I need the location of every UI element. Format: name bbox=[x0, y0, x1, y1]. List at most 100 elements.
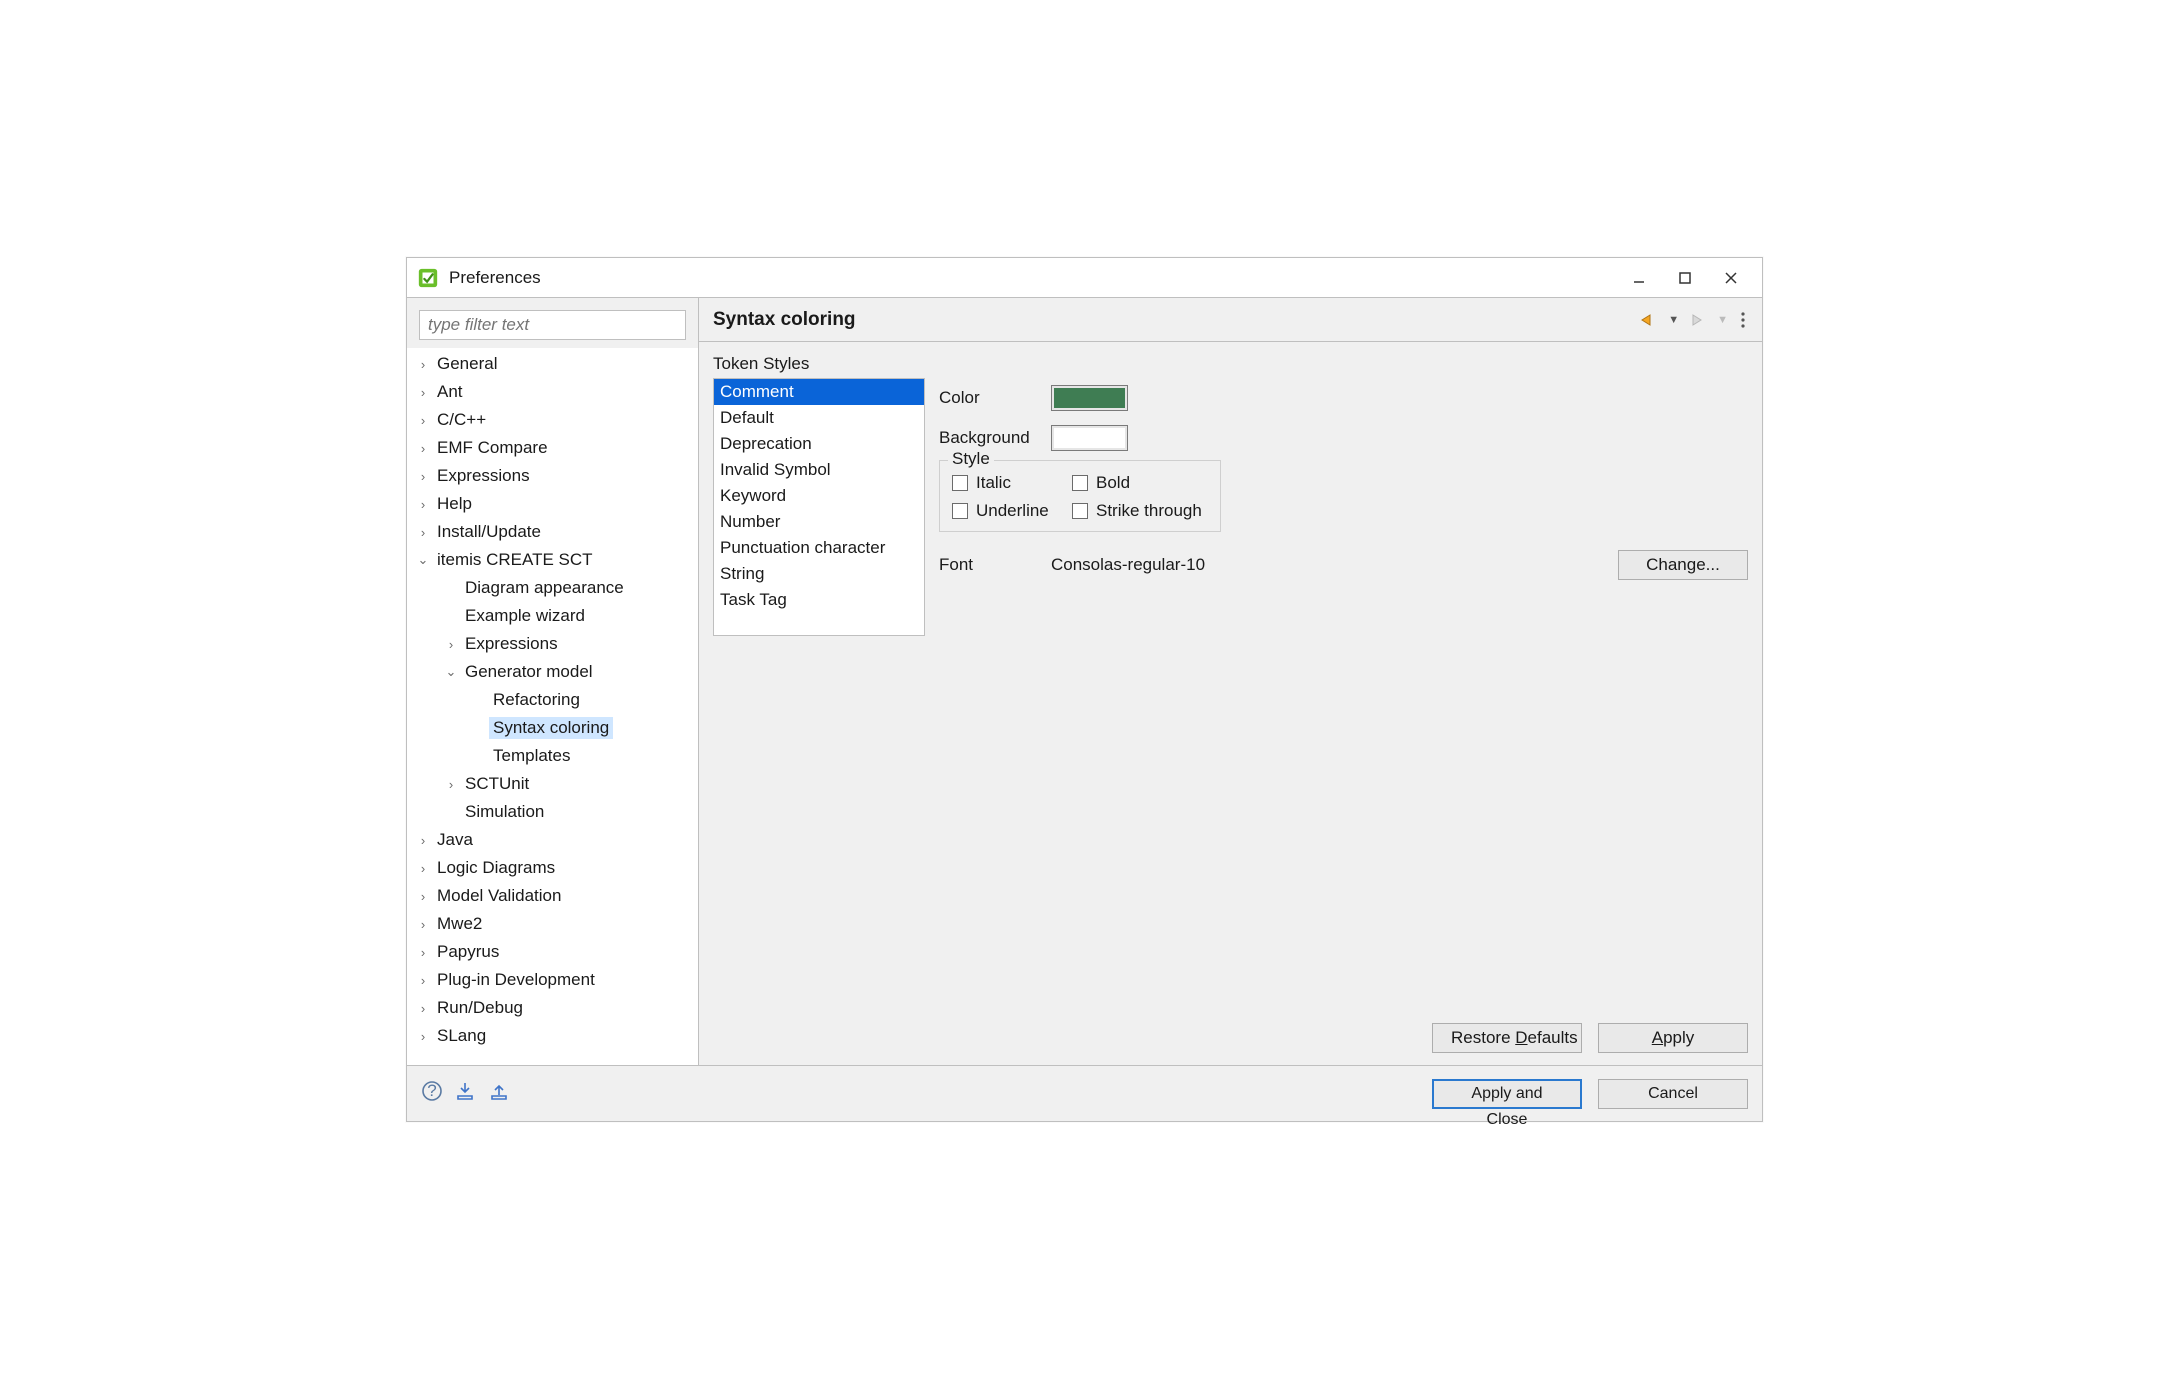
chevron-right-icon[interactable]: › bbox=[413, 1001, 433, 1016]
chevron-right-icon[interactable]: › bbox=[413, 861, 433, 876]
sidebar: ›General›Ant›C/C++›EMF Compare›Expressio… bbox=[407, 298, 699, 1065]
token-styles-list[interactable]: Comment Default Deprecation Invalid Symbol K… bbox=[713, 378, 925, 636]
minimize-button[interactable] bbox=[1616, 263, 1662, 293]
tree-item[interactable]: ›Logic Diagrams bbox=[407, 854, 698, 882]
tree-item[interactable]: ›Ant bbox=[407, 378, 698, 406]
tree-item-label: General bbox=[433, 353, 501, 375]
bold-label: Bold bbox=[1096, 473, 1130, 493]
font-label: Font bbox=[939, 555, 1051, 575]
color-label: Color bbox=[939, 388, 1051, 408]
export-prefs-icon[interactable] bbox=[489, 1081, 511, 1106]
tree-item[interactable]: ⌄Generator model bbox=[407, 658, 698, 686]
window-title: Preferences bbox=[449, 268, 541, 288]
view-menu-icon[interactable] bbox=[1738, 311, 1748, 329]
tree-item-label: Model Validation bbox=[433, 885, 565, 907]
tree-item[interactable]: Simulation bbox=[407, 798, 698, 826]
tree-item[interactable]: Templates bbox=[407, 742, 698, 770]
tree-item[interactable]: ›Mwe2 bbox=[407, 910, 698, 938]
chevron-down-icon[interactable]: ⌄ bbox=[413, 552, 433, 568]
token-item-label: Invalid Symbol bbox=[720, 460, 831, 480]
tree-item[interactable]: ›General bbox=[407, 350, 698, 378]
token-item[interactable]: Comment bbox=[714, 379, 924, 405]
restore-defaults-button[interactable]: Restore Defaults bbox=[1432, 1023, 1582, 1053]
italic-checkbox[interactable]: Italic bbox=[952, 473, 1072, 493]
style-group-label: Style bbox=[948, 449, 994, 469]
tree-item[interactable]: ⌄itemis CREATE SCT bbox=[407, 546, 698, 574]
underline-checkbox[interactable]: Underline bbox=[952, 501, 1072, 521]
tree-item[interactable]: ›Papyrus bbox=[407, 938, 698, 966]
token-item[interactable]: Deprecation bbox=[714, 431, 924, 457]
change-font-button[interactable]: Change... bbox=[1618, 550, 1748, 580]
chevron-right-icon[interactable]: › bbox=[441, 637, 461, 652]
tree-item[interactable]: ›SLang bbox=[407, 1022, 698, 1050]
tree-item[interactable]: ›Install/Update bbox=[407, 518, 698, 546]
token-item[interactable]: Punctuation character bbox=[714, 535, 924, 561]
tree-item[interactable]: ›Run/Debug bbox=[407, 994, 698, 1022]
tree-item[interactable]: ›Expressions bbox=[407, 630, 698, 658]
chevron-right-icon[interactable]: › bbox=[413, 889, 433, 904]
chevron-right-icon[interactable]: › bbox=[413, 1029, 433, 1044]
dialog-footer: ? Apply and Close Cancel bbox=[407, 1065, 1762, 1121]
chevron-right-icon[interactable]: › bbox=[413, 357, 433, 372]
tree-item-label: Install/Update bbox=[433, 521, 545, 543]
tree-item[interactable]: Syntax coloring bbox=[407, 714, 698, 742]
strike-checkbox[interactable]: Strike through bbox=[1072, 501, 1212, 521]
preferences-tree[interactable]: ›General›Ant›C/C++›EMF Compare›Expressio… bbox=[407, 348, 698, 1065]
cancel-button[interactable]: Cancel bbox=[1598, 1079, 1748, 1109]
chevron-right-icon[interactable]: › bbox=[441, 777, 461, 792]
chevron-right-icon[interactable]: › bbox=[413, 973, 433, 988]
tree-item[interactable]: ›SCTUnit bbox=[407, 770, 698, 798]
tree-item[interactable]: Example wizard bbox=[407, 602, 698, 630]
token-item-label: String bbox=[720, 564, 764, 584]
tree-item-label: SLang bbox=[433, 1025, 490, 1047]
help-icon[interactable]: ? bbox=[421, 1080, 443, 1107]
color-swatch[interactable] bbox=[1051, 385, 1128, 411]
tree-item[interactable]: ›Expressions bbox=[407, 462, 698, 490]
maximize-button[interactable] bbox=[1662, 263, 1708, 293]
tree-item-label: Plug-in Development bbox=[433, 969, 599, 991]
tree-item[interactable]: ›Plug-in Development bbox=[407, 966, 698, 994]
chevron-right-icon[interactable]: › bbox=[413, 917, 433, 932]
token-item[interactable]: Invalid Symbol bbox=[714, 457, 924, 483]
nav-forward-menu-icon[interactable]: ▼ bbox=[1717, 314, 1728, 326]
bold-checkbox[interactable]: Bold bbox=[1072, 473, 1212, 493]
titlebar: Preferences bbox=[407, 258, 1762, 298]
chevron-right-icon[interactable]: › bbox=[413, 945, 433, 960]
tree-item-label: Generator model bbox=[461, 661, 597, 683]
token-item[interactable]: Keyword bbox=[714, 483, 924, 509]
tree-item[interactable]: ›C/C++ bbox=[407, 406, 698, 434]
tree-item[interactable]: ›EMF Compare bbox=[407, 434, 698, 462]
tree-item[interactable]: ›Model Validation bbox=[407, 882, 698, 910]
token-item-label: Default bbox=[720, 408, 774, 428]
tree-item[interactable]: ›Help bbox=[407, 490, 698, 518]
apply-and-close-button[interactable]: Apply and Close bbox=[1432, 1079, 1582, 1109]
tree-item-label: SCTUnit bbox=[461, 773, 533, 795]
apply-button[interactable]: Apply bbox=[1598, 1023, 1748, 1053]
chevron-right-icon[interactable]: › bbox=[413, 497, 433, 512]
nav-forward-icon[interactable] bbox=[1689, 313, 1707, 327]
chevron-right-icon[interactable]: › bbox=[413, 385, 433, 400]
nav-back-menu-icon[interactable]: ▼ bbox=[1668, 314, 1679, 326]
preferences-window: Preferences ›General›Ant›C/C++›EMF Compa… bbox=[406, 257, 1763, 1122]
tree-item-label: Syntax coloring bbox=[489, 717, 613, 739]
close-button[interactable] bbox=[1708, 263, 1754, 293]
token-item[interactable]: Task Tag bbox=[714, 587, 924, 613]
import-prefs-icon[interactable] bbox=[455, 1081, 477, 1106]
token-item[interactable]: Number bbox=[714, 509, 924, 535]
tree-item-label: Logic Diagrams bbox=[433, 857, 559, 879]
tree-item[interactable]: ›Java bbox=[407, 826, 698, 854]
background-swatch[interactable] bbox=[1051, 425, 1128, 451]
token-item[interactable]: Default bbox=[714, 405, 924, 431]
nav-back-icon[interactable] bbox=[1640, 313, 1658, 327]
tree-item[interactable]: Refactoring bbox=[407, 686, 698, 714]
chevron-right-icon[interactable]: › bbox=[413, 525, 433, 540]
chevron-right-icon[interactable]: › bbox=[413, 413, 433, 428]
token-item[interactable]: String bbox=[714, 561, 924, 587]
filter-input[interactable] bbox=[419, 310, 686, 340]
chevron-down-icon[interactable]: ⌄ bbox=[441, 664, 461, 680]
chevron-right-icon[interactable]: › bbox=[413, 833, 433, 848]
page-content: Token Styles CommentDefaultDeprecationIn… bbox=[699, 342, 1762, 1023]
chevron-right-icon[interactable]: › bbox=[413, 441, 433, 456]
tree-item[interactable]: Diagram appearance bbox=[407, 574, 698, 602]
chevron-right-icon[interactable]: › bbox=[413, 469, 433, 484]
